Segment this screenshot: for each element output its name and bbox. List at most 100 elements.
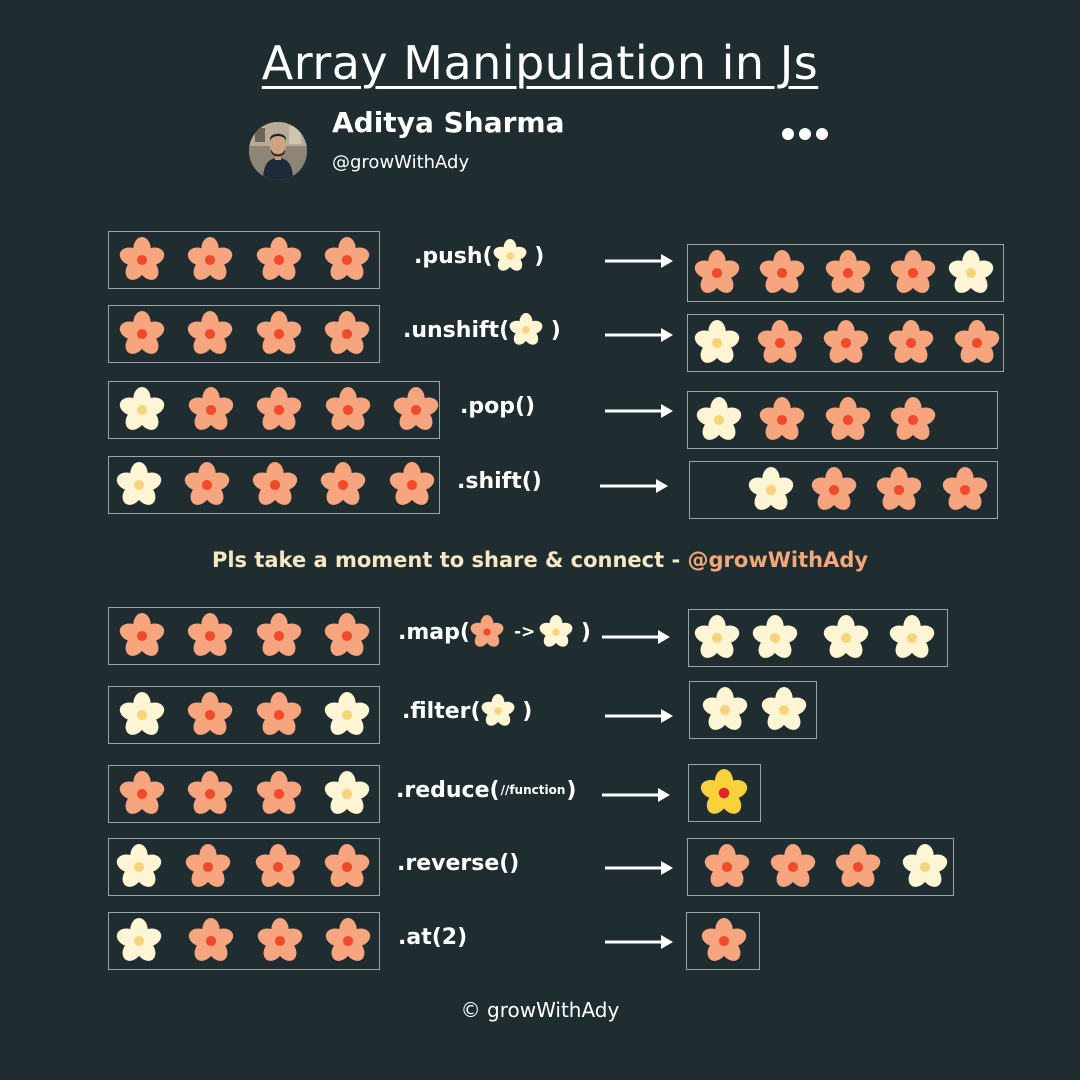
- orange-flower-icon: [185, 844, 231, 890]
- avatar[interactable]: [249, 122, 307, 180]
- arrow-right-icon: [605, 254, 673, 268]
- orange-flower-icon: [770, 844, 816, 890]
- orange-flower-icon: [835, 844, 881, 890]
- method-label: .shift(): [457, 465, 542, 497]
- method-name: .reverse(): [397, 850, 520, 876]
- gold-flower-icon: [700, 769, 748, 817]
- arrow-right-icon: [605, 861, 673, 875]
- orange-flower-icon: [184, 462, 230, 508]
- cream-flower-icon: [902, 844, 948, 890]
- orange-flower-icon: [256, 237, 302, 283]
- orange-flower-icon: [119, 613, 165, 659]
- method-close: ): [514, 698, 533, 724]
- method-name: .reduce(: [396, 777, 500, 803]
- orange-flower-icon: [759, 250, 805, 296]
- orange-flower-icon: [187, 311, 233, 357]
- orange-flower-icon: [942, 467, 988, 513]
- orange-flower-icon: [876, 467, 922, 513]
- method-name: .at(2): [398, 924, 468, 950]
- orange-flower-icon: [389, 462, 435, 508]
- cream-flower-icon: [493, 239, 527, 273]
- method-label: .filter( ): [402, 694, 533, 728]
- orange-flower-icon: [694, 250, 740, 296]
- orange-flower-icon: [188, 918, 234, 964]
- orange-flower-icon: [890, 397, 936, 443]
- cream-flower-icon: [889, 615, 935, 661]
- map-arrow-text: ->: [513, 622, 536, 642]
- arrow-right-icon: [605, 935, 673, 949]
- cream-flower-icon: [702, 687, 748, 733]
- orange-flower-icon: [187, 771, 233, 817]
- orange-flower-icon: [954, 320, 1000, 366]
- arrow-right-icon: [605, 404, 673, 418]
- method-name: .unshift(: [403, 317, 510, 343]
- orange-flower-icon: [256, 311, 302, 357]
- method-name: .shift(): [457, 468, 542, 494]
- method-label: .reverse(): [397, 847, 519, 879]
- orange-flower-icon: [393, 387, 439, 433]
- method-label: .push( ): [414, 239, 544, 273]
- footer-copyright: © growWithAdy: [460, 998, 620, 1022]
- cream-flower-icon: [696, 397, 742, 443]
- arrow-right-icon: [605, 709, 673, 723]
- orange-flower-icon: [119, 237, 165, 283]
- orange-flower-icon: [701, 918, 747, 964]
- author-name: Aditya Sharma: [332, 106, 565, 139]
- orange-flower-icon: [324, 237, 370, 283]
- orange-flower-icon: [187, 237, 233, 283]
- cta-text: Pls take a moment to share & connect -: [211, 548, 688, 572]
- method-close: ): [573, 619, 591, 645]
- more-options-icon[interactable]: [782, 126, 828, 142]
- method-name: .filter(: [402, 698, 481, 724]
- avatar-photo: [249, 122, 307, 180]
- orange-flower-icon: [256, 692, 302, 738]
- orange-flower-icon: [257, 918, 303, 964]
- cream-flower-icon: [119, 387, 165, 433]
- orange-flower-icon: [324, 844, 370, 890]
- orange-flower-icon: [757, 320, 803, 366]
- arrow-right-icon: [602, 788, 670, 802]
- cream-flower-icon: [481, 694, 515, 728]
- cream-flower-icon: [748, 467, 794, 513]
- orange-flower-icon: [823, 320, 869, 366]
- cream-flower-icon: [116, 462, 162, 508]
- orange-flower-icon: [187, 613, 233, 659]
- orange-flower-icon: [811, 467, 857, 513]
- call-to-action: Pls take a moment to share & connect - @…: [0, 548, 1080, 572]
- orange-flower-icon: [325, 918, 371, 964]
- orange-flower-icon: [704, 844, 750, 890]
- cream-flower-icon: [948, 250, 994, 296]
- arrow-right-icon: [600, 479, 668, 493]
- method-name: .pop(): [460, 393, 536, 419]
- reduce-arg-text: //function: [500, 783, 566, 797]
- method-label: .reduce(//function): [396, 774, 576, 806]
- orange-flower-icon: [256, 387, 302, 433]
- orange-flower-icon: [255, 844, 301, 890]
- method-label: .at(2): [398, 921, 467, 953]
- orange-flower-icon: [325, 387, 371, 433]
- arrow-right-icon: [602, 630, 670, 644]
- cream-flower-icon: [324, 692, 370, 738]
- cream-flower-icon: [324, 771, 370, 817]
- method-name: .push(: [414, 243, 493, 269]
- orange-flower-icon: [320, 462, 366, 508]
- cream-flower-icon: [119, 692, 165, 738]
- orange-flower-icon: [888, 320, 934, 366]
- method-label: .pop(): [460, 390, 535, 422]
- orange-flower-icon: [119, 311, 165, 357]
- cream-flower-icon: [694, 615, 740, 661]
- orange-flower-icon: [759, 397, 805, 443]
- method-close: ): [566, 777, 577, 803]
- orange-flower-icon: [825, 397, 871, 443]
- cream-flower-icon: [823, 615, 869, 661]
- orange-flower-icon: [252, 462, 298, 508]
- method-label: .map(-> ): [398, 615, 591, 649]
- author-handle[interactable]: @growWithAdy: [332, 152, 469, 173]
- cta-handle[interactable]: @growWithAdy: [688, 548, 869, 572]
- method-label: .unshift( ): [403, 313, 561, 346]
- page-title: Array Manipulation in Js: [261, 36, 819, 90]
- orange-flower-icon: [470, 615, 504, 649]
- cream-flower-icon: [539, 615, 573, 649]
- orange-flower-icon: [256, 613, 302, 659]
- orange-flower-icon: [188, 387, 234, 433]
